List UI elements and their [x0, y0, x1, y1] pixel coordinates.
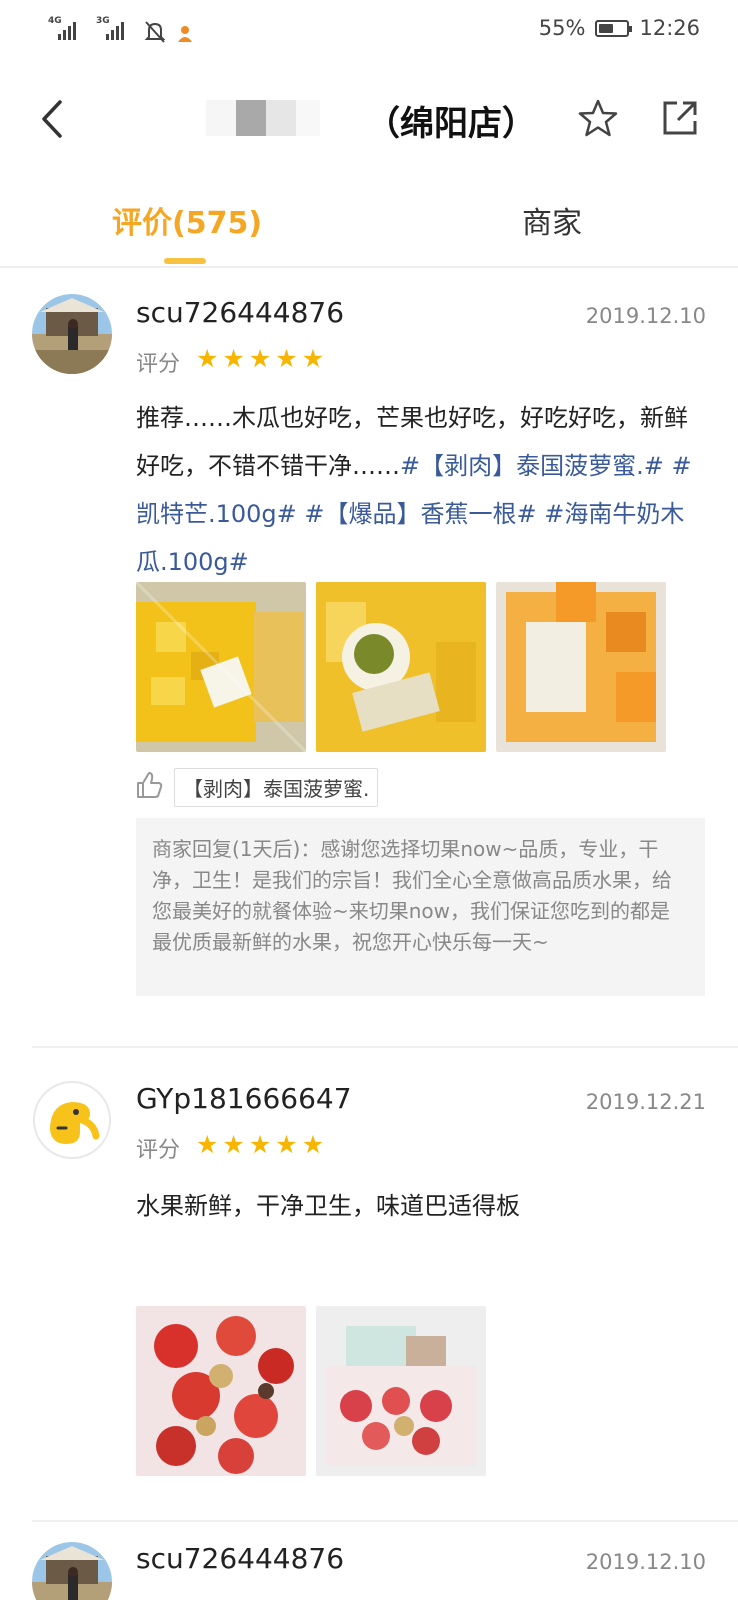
username: GYp181666647 — [136, 1082, 352, 1115]
review-text: 推荐……木瓜也好吃，芒果也好吃，好吃好吃，新鲜好吃，不错不错干净……#【剥肉】泰… — [136, 394, 706, 586]
merchant-reply: 商家回复(1天后)：感谢您选择切果now~品质，专业，干净，卫生！是我们的宗旨！… — [136, 818, 705, 996]
rating-label: 评分 — [136, 352, 181, 377]
review-date: 2019.12.10 — [585, 304, 706, 328]
review-date: 2019.12.21 — [585, 1090, 706, 1114]
status-left: 4G 3G — [48, 16, 194, 44]
active-tab-indicator — [164, 258, 206, 264]
page-title: （绵阳店） — [366, 104, 536, 144]
star-filled-icon: ★ — [301, 344, 325, 373]
review-photos — [136, 582, 666, 752]
rating-label: 评分 — [136, 1138, 181, 1163]
nav-header: （绵阳店） — [0, 64, 738, 174]
star-filled-icon: ★ — [196, 1130, 219, 1159]
review-photo[interactable] — [316, 1306, 486, 1476]
star-filled-icon: ★ — [248, 1130, 272, 1159]
rating-stars: ★ ★ ★ ★ ★ — [196, 1132, 324, 1158]
star-filled-icon: ★ — [275, 1130, 298, 1159]
avatar[interactable] — [32, 1542, 112, 1600]
rating-stars: ★ ★ ★ ★ ★ — [196, 346, 324, 372]
battery-icon — [595, 19, 633, 37]
dish-tag[interactable]: 【剥肉】泰国菠萝蜜. — [174, 768, 379, 807]
review-item: scu726444876 2019.12.10 — [0, 1522, 738, 1600]
thumbs-up-icon[interactable] — [134, 770, 164, 800]
username: scu726444876 — [136, 1542, 345, 1575]
battery-percent: 55% — [538, 16, 586, 40]
share-button[interactable] — [660, 98, 700, 138]
store-name-redacted — [206, 100, 320, 136]
tab-merchant[interactable]: 商家 — [522, 198, 582, 242]
star-filled-icon: ★ — [196, 344, 219, 373]
signal-4g-icon: 4G — [48, 16, 86, 44]
review-item: GYp181666647 2019.12.21 评分 ★ ★ ★ ★ ★ 水果新… — [0, 1048, 738, 1508]
status-bar: 4G 3G 55% 12:26 — [0, 0, 738, 64]
back-arrow-icon — [42, 100, 62, 138]
review-text: 水果新鲜，干净卫生，味道巴适得板 — [136, 1192, 520, 1220]
review-date: 2019.12.10 — [585, 1550, 706, 1574]
review-photo[interactable] — [136, 582, 306, 752]
status-right: 55% 12:26 — [539, 16, 700, 40]
review-photo[interactable] — [496, 582, 666, 752]
tab-reviews[interactable]: 评价(575) — [112, 198, 262, 242]
star-outline-icon — [578, 99, 618, 137]
review-photos — [136, 1306, 486, 1476]
star-filled-icon: ★ — [275, 344, 298, 373]
review-photo[interactable] — [316, 582, 486, 752]
star-filled-icon: ★ — [222, 1130, 245, 1159]
app-notification-icon — [176, 22, 194, 44]
star-filled-icon: ★ — [301, 1130, 325, 1159]
share-external-icon — [663, 101, 697, 135]
avatar[interactable] — [32, 294, 112, 374]
review-item: scu726444876 2019.12.10 评分 ★ ★ ★ ★ ★ 推荐…… — [0, 268, 738, 1028]
avatar[interactable] — [32, 1080, 112, 1160]
tab-bar: 评价(575) 商家 — [0, 174, 738, 268]
star-filled-icon: ★ — [222, 344, 245, 373]
clock-time: 12:26 — [639, 16, 700, 40]
back-button[interactable] — [36, 94, 72, 144]
review-photo[interactable] — [136, 1306, 306, 1476]
star-filled-icon: ★ — [248, 344, 272, 373]
favorite-button[interactable] — [578, 98, 618, 138]
username: scu726444876 — [136, 296, 345, 329]
mute-bell-icon — [144, 20, 166, 44]
signal-3g-icon: 3G — [96, 16, 134, 44]
